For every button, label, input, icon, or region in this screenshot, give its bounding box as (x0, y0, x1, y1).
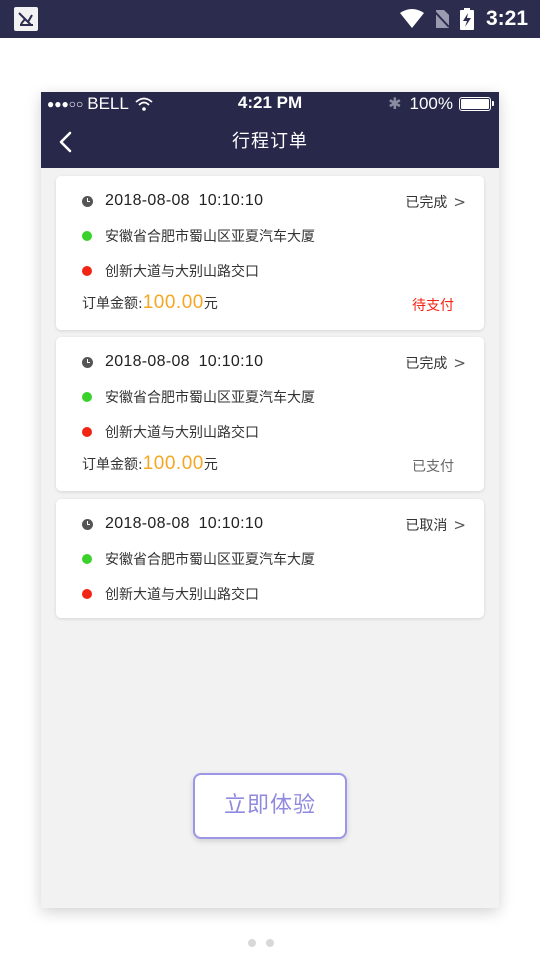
origin-dot-icon (82, 392, 92, 402)
page-indicator (248, 939, 284, 947)
chevron-right-icon: > (453, 354, 466, 372)
destination-address: 创新大道与大别山路交口 (105, 425, 259, 441)
order-status: 已完成 (405, 195, 448, 211)
order-status-link[interactable]: 已完成 > (405, 353, 466, 373)
origin-address: 安徽省合肥市蜀山区亚夏汽车大厦 (105, 390, 315, 406)
android-clock: 3:21 (485, 7, 528, 30)
payment-status: 已支付 (412, 459, 454, 475)
clock-icon (82, 356, 93, 368)
battery-charging-icon (459, 8, 474, 30)
destination-dot-icon (82, 589, 92, 599)
order-status: 已取消 (405, 518, 448, 534)
order-amount-row: 订单金额: 100.00 元 (82, 453, 218, 475)
order-amount: 100.00 (142, 453, 204, 474)
destination-address: 创新大道与大别山路交口 (105, 264, 259, 280)
destination-dot-icon (82, 427, 92, 437)
currency-unit: 元 (203, 457, 218, 473)
order-status: 已完成 (405, 356, 448, 372)
amount-label: 订单金额: (82, 457, 143, 473)
origin-address: 安徽省合肥市蜀山区亚夏汽车大厦 (105, 552, 315, 568)
origin-dot-icon (82, 554, 92, 564)
ios-status-bar: ●●●○○ BELL 4:21 PM ✱ 100% (41, 92, 499, 116)
amount-label: 订单金额: (82, 296, 143, 312)
order-amount-row: 订单金额: 100.00 元 (82, 292, 218, 314)
order-card[interactable]: 2018-08-08 10:10:10 已完成 > 安徽省合肥市蜀山区亚夏汽车大… (56, 337, 484, 491)
android-status-bar: 3:21 (0, 0, 540, 38)
order-card[interactable]: 2018-08-08 10:10:10 已完成 > 安徽省合肥市蜀山区亚夏汽车大… (56, 176, 484, 330)
chevron-right-icon: > (453, 516, 466, 534)
order-datetime: 2018-08-08 10:10:10 (105, 192, 264, 209)
wifi-icon (399, 9, 424, 28)
order-status-link[interactable]: 已取消 > (405, 515, 466, 535)
navigation-bar: 行程订单 (41, 116, 499, 168)
destination-dot-icon (82, 266, 92, 276)
no-sim-icon (434, 10, 450, 28)
order-status-link[interactable]: 已完成 > (405, 192, 466, 212)
battery-percent: 100% (409, 94, 453, 113)
origin-address: 安徽省合肥市蜀山区亚夏汽车大厦 (105, 229, 315, 245)
bluetooth-icon: ✱ (388, 96, 402, 113)
payment-status[interactable]: 待支付 (412, 295, 454, 315)
order-amount: 100.00 (142, 292, 204, 313)
order-datetime: 2018-08-08 10:10:10 (105, 353, 264, 370)
origin-dot-icon (82, 231, 92, 241)
chevron-right-icon: > (453, 193, 466, 211)
phone-mockup: ●●●○○ BELL 4:21 PM ✱ 100% 行程订单 2018-08-0… (41, 92, 499, 908)
order-datetime: 2018-08-08 10:10:10 (105, 515, 264, 532)
order-card[interactable]: 2018-08-08 10:10:10 已取消 > 安徽省合肥市蜀山区亚夏汽车大… (56, 499, 484, 618)
page-title: 行程订单 (232, 131, 308, 152)
clock-icon (82, 195, 93, 207)
currency-unit: 元 (203, 296, 218, 312)
page-dot[interactable] (266, 939, 274, 947)
try-now-button[interactable]: 立即体验 (193, 773, 347, 839)
destination-address: 创新大道与大别山路交口 (105, 587, 259, 603)
app-notification-icon (14, 7, 38, 31)
clock-icon (82, 518, 93, 530)
page-dot[interactable] (248, 939, 256, 947)
ios-battery-icon (459, 97, 494, 111)
